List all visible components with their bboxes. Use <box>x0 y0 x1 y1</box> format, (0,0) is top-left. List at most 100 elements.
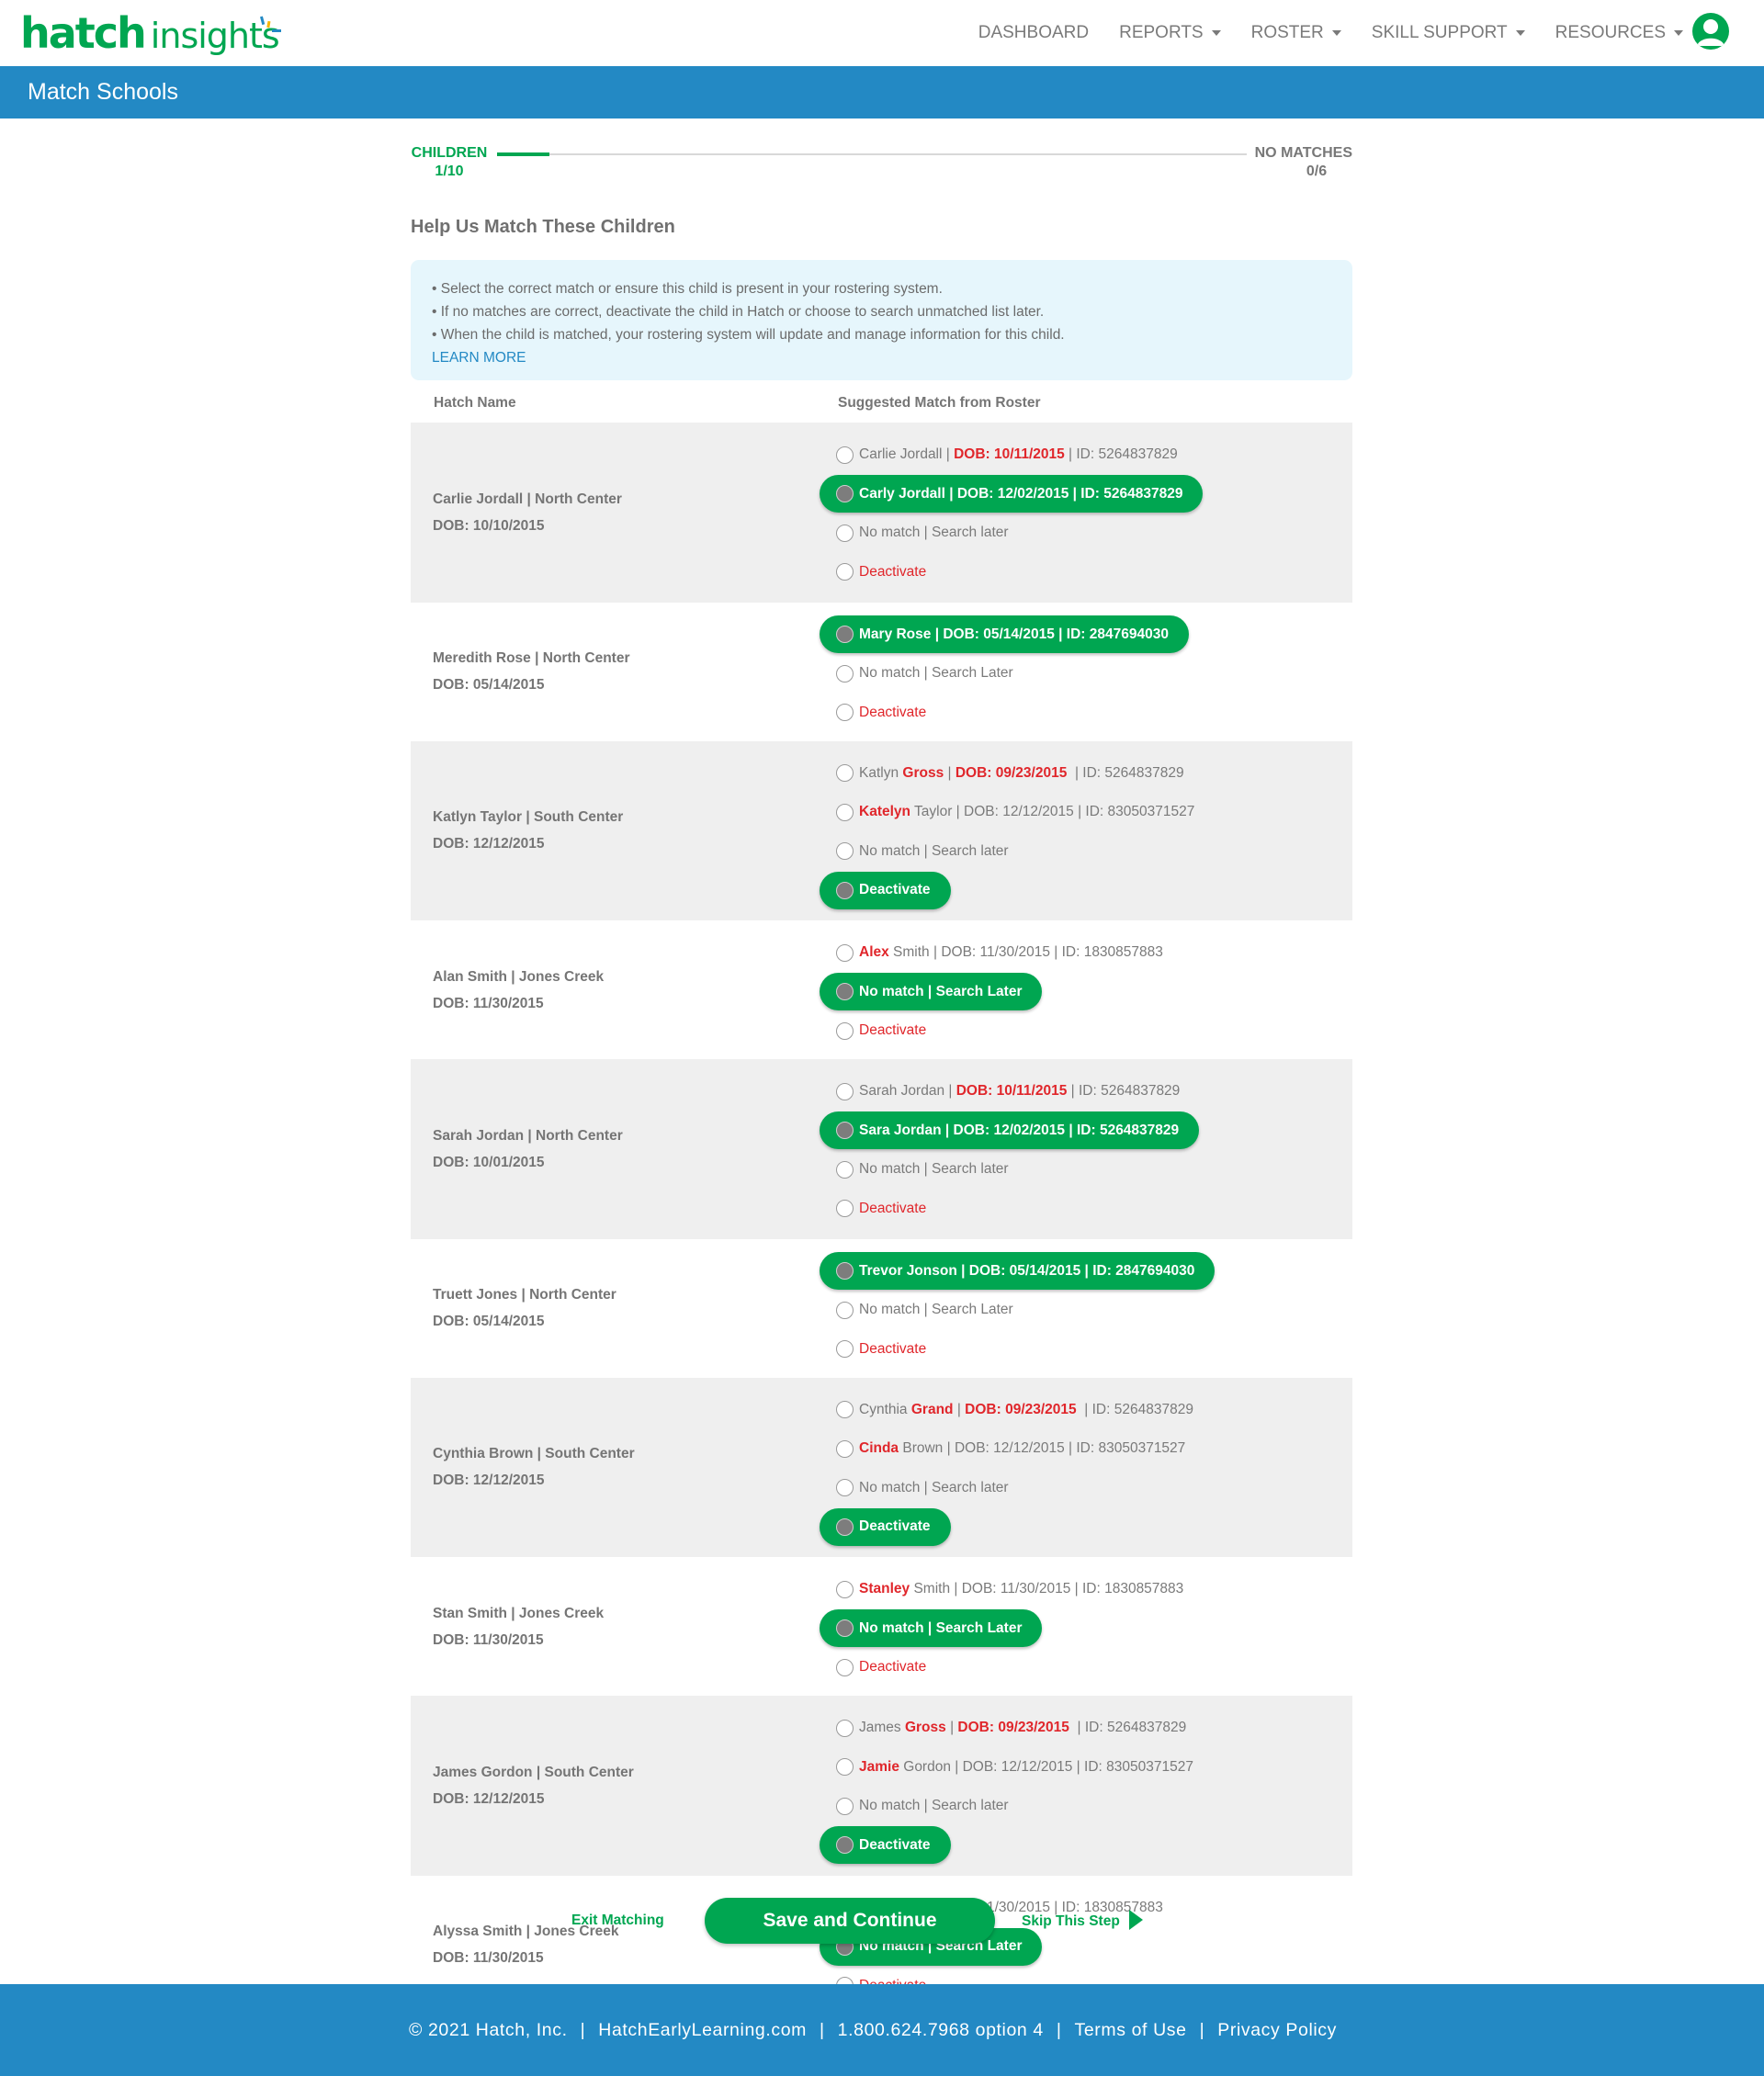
deactivate-option[interactable]: Deactivate <box>836 1655 926 1679</box>
match-option[interactable]: Cynthia Grand | DOB: 09/23/2015 | ID: 52… <box>836 1398 1193 1422</box>
learn-more-link[interactable]: LEARN MORE <box>432 346 1352 369</box>
mismatch-highlight: DOB: 09/23/2015 <box>965 1401 1077 1417</box>
footer-link[interactable]: Privacy Policy <box>1217 2020 1337 2041</box>
match-option[interactable]: Cinda Brown | DOB: 12/12/2015 | ID: 8305… <box>836 1437 1185 1461</box>
radio-selected-icon[interactable] <box>836 1518 854 1536</box>
match-option[interactable]: Jamie Gordon | DOB: 12/12/2015 | ID: 830… <box>836 1755 1193 1779</box>
radio-unselected-icon[interactable] <box>836 563 854 581</box>
radio-unselected-icon[interactable] <box>836 1479 854 1496</box>
radio-selected-icon[interactable] <box>836 626 854 643</box>
radio-unselected-icon[interactable] <box>836 446 854 464</box>
radio-unselected-icon[interactable] <box>836 1719 854 1737</box>
radio-selected-icon[interactable] <box>836 1262 854 1280</box>
match-row: Truett Jones | North Center DOB: 05/14/20… <box>411 1239 1352 1378</box>
deactivate-option[interactable]: Deactivate <box>836 1337 926 1361</box>
match-option[interactable]: Sara Jordan | DOB: 12/02/2015 | ID: 5264… <box>820 1111 1200 1149</box>
nav-resources[interactable]: RESOURCES <box>1555 23 1683 43</box>
deactivate-option[interactable]: Deactivate <box>820 1826 951 1864</box>
radio-unselected-icon[interactable] <box>836 664 854 683</box>
match-option[interactable]: No match | Search later <box>836 1794 1009 1818</box>
radio-unselected-icon[interactable] <box>836 1658 854 1676</box>
mismatch-highlight: Cinda <box>859 1440 899 1456</box>
match-option[interactable]: No match | Search Later <box>836 1298 1013 1322</box>
radio-selected-icon[interactable] <box>836 1122 854 1139</box>
skip-step-link[interactable]: Skip This Step <box>1022 1910 1143 1930</box>
mismatch-highlight: DOB: 10/11/2015 <box>956 1083 1068 1099</box>
option-text: Carlie Jordall | <box>859 446 955 462</box>
radio-unselected-icon[interactable] <box>836 1021 854 1040</box>
radio-unselected-icon[interactable] <box>836 764 854 782</box>
option-text: Sarah Jordan | <box>859 1083 956 1099</box>
match-row: James Gordon | South Center DOB: 12/12/20… <box>411 1696 1352 1876</box>
match-option[interactable]: Carlie Jordall | DOB: 10/11/2015 | ID: 5… <box>836 443 1178 467</box>
exit-matching-link[interactable]: Exit Matching <box>571 1912 664 1929</box>
match-option[interactable]: Mary Rose | DOB: 05/14/2015 | ID: 284769… <box>820 615 1189 653</box>
match-option[interactable]: No match | Search Later <box>820 973 1043 1010</box>
radio-unselected-icon[interactable] <box>836 943 854 962</box>
match-option[interactable]: Alex Smith | DOB: 11/30/2015 | ID: 18308… <box>836 941 1163 965</box>
nav-dashboard[interactable]: DASHBOARD <box>978 23 1089 43</box>
radio-unselected-icon[interactable] <box>836 1340 854 1358</box>
match-option[interactable]: No match | Search Later <box>836 661 1013 685</box>
footer-link[interactable]: Terms of Use <box>1075 2020 1187 2041</box>
radio-unselected-icon[interactable] <box>836 1758 854 1776</box>
radio-unselected-icon[interactable] <box>836 1797 854 1815</box>
radio-selected-icon[interactable] <box>836 983 854 1000</box>
radio-unselected-icon[interactable] <box>836 704 854 721</box>
children-progress: CHILDREN 1/10 <box>411 145 488 180</box>
radio-selected-icon[interactable] <box>836 881 854 899</box>
mismatch-highlight: Stanley <box>859 1581 910 1596</box>
option-text: No match | Search Later <box>859 1619 1023 1636</box>
deactivate-option[interactable]: Deactivate <box>820 871 951 909</box>
radio-unselected-icon[interactable] <box>836 803 854 821</box>
match-option[interactable]: Carly Jordall | DOB: 12/02/2015 | ID: 52… <box>820 475 1204 513</box>
radio-unselected-icon[interactable] <box>836 1082 854 1100</box>
radio-unselected-icon[interactable] <box>836 1160 854 1179</box>
radio-unselected-icon[interactable] <box>836 842 854 860</box>
caret-down-icon <box>1331 30 1341 36</box>
footer-link[interactable]: HatchEarlyLearning.com <box>598 2020 807 2041</box>
mismatch-highlight: DOB: 09/23/2015 <box>957 1720 1069 1735</box>
hatch-insights-logo[interactable]: hatch insights <box>20 6 281 61</box>
radio-unselected-icon[interactable] <box>836 1301 854 1319</box>
deactivate-option[interactable]: Deactivate <box>836 560 926 584</box>
deactivate-option[interactable]: Deactivate <box>836 1197 926 1221</box>
match-option[interactable]: No match | Search Later <box>820 1609 1043 1647</box>
progress-fill <box>497 152 550 156</box>
option-text: Carly Jordall | DOB: 12/02/2015 | ID: 52… <box>859 485 1183 502</box>
match-row: Alan Smith | Jones Creek DOB: 11/30/2015 A… <box>411 920 1352 1059</box>
hatch-child-dob: DOB: 11/30/2015 <box>433 1631 544 1648</box>
radio-unselected-icon[interactable] <box>836 1200 854 1217</box>
match-option[interactable]: Katelyn Taylor | DOB: 12/12/2015 | ID: 8… <box>836 800 1194 824</box>
match-option[interactable]: Stanley Smith | DOB: 11/30/2015 | ID: 18… <box>836 1577 1183 1601</box>
option-text: James <box>859 1720 905 1735</box>
radio-unselected-icon[interactable] <box>836 1439 854 1458</box>
radio-selected-icon[interactable] <box>836 1619 854 1637</box>
deactivate-option[interactable]: Deactivate <box>820 1507 951 1546</box>
nav-skill-support[interactable]: SKILL SUPPORT <box>1372 23 1525 43</box>
match-option[interactable]: No match | Search later <box>836 840 1009 863</box>
hatch-child-info: Sarah Jordan | North Center DOB: 10/01/20… <box>433 1123 623 1176</box>
radio-selected-icon[interactable] <box>836 1836 854 1854</box>
match-option[interactable]: No match | Search later <box>836 1476 1009 1500</box>
match-option[interactable]: Trevor Jonson | DOB: 05/14/2015 | ID: 28… <box>820 1252 1216 1290</box>
match-option[interactable]: James Gross | DOB: 09/23/2015 | ID: 5264… <box>836 1716 1186 1740</box>
match-option[interactable]: Katlyn Gross | DOB: 09/23/2015 | ID: 526… <box>836 762 1184 785</box>
nav-roster[interactable]: ROSTER <box>1251 23 1341 43</box>
match-option[interactable]: Sarah Jordan | DOB: 10/11/2015 | ID: 526… <box>836 1079 1180 1103</box>
user-avatar-icon[interactable] <box>1692 13 1729 50</box>
deactivate-option[interactable]: Deactivate <box>836 1019 926 1043</box>
nav-reports[interactable]: REPORTS <box>1119 23 1221 43</box>
match-option[interactable]: No match | Search later <box>836 1157 1009 1181</box>
skip-step-label: Skip This Step <box>1022 1912 1120 1929</box>
radio-unselected-icon[interactable] <box>836 1580 854 1598</box>
radio-unselected-icon[interactable] <box>836 1401 854 1418</box>
radio-selected-icon[interactable] <box>836 485 854 502</box>
match-option[interactable]: No match | Search later <box>836 521 1009 545</box>
option-text: Deactivate <box>859 1200 927 1216</box>
option-text: Sara Jordan | DOB: 12/02/2015 | ID: 5264… <box>859 1122 1180 1138</box>
deactivate-option[interactable]: Deactivate <box>836 701 926 725</box>
save-and-continue-button[interactable]: Save and Continue <box>705 1898 995 1944</box>
hatch-child-dob: DOB: 12/12/2015 <box>433 836 545 852</box>
radio-unselected-icon[interactable] <box>836 524 854 542</box>
